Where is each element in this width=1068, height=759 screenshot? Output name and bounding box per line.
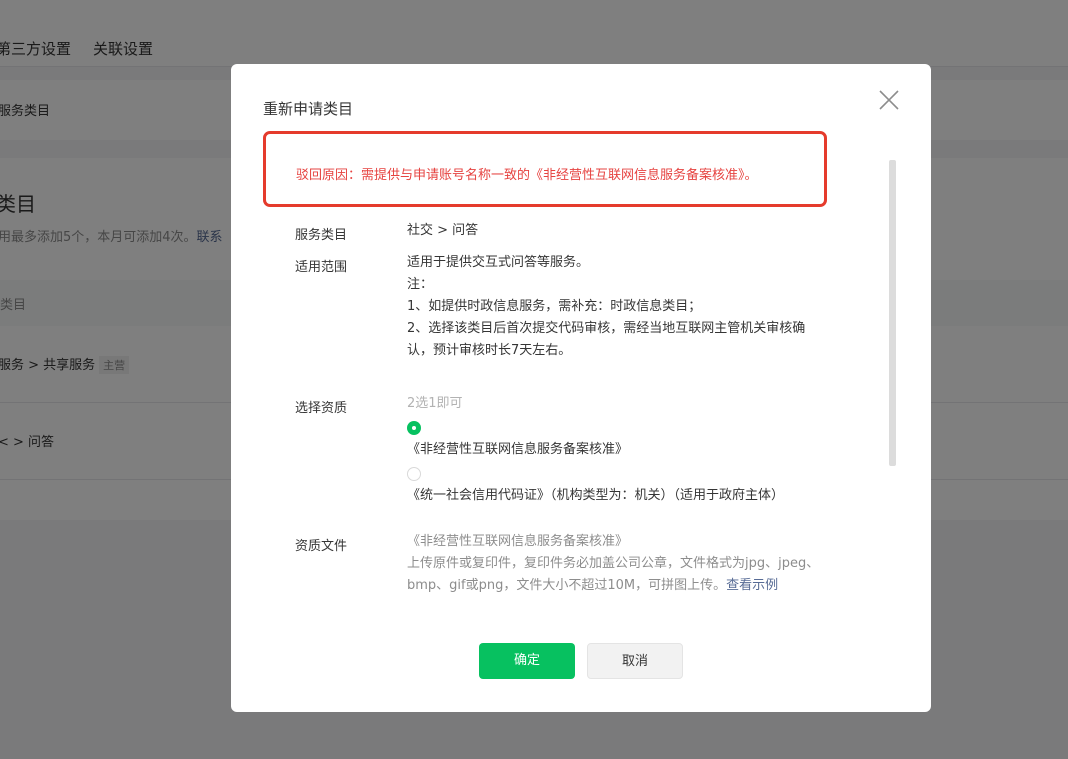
qualification-file-info: 《非经营性互联网信息服务备案核准》 上传原件或复印件，复印件务必加盖公司公章，文… xyxy=(407,531,847,597)
dialog-title: 重新申请类目 xyxy=(263,100,354,118)
scope-label: 适用范围 xyxy=(295,260,348,275)
qualification-radio-option-1[interactable] xyxy=(407,421,421,435)
file-requirements-1: 上传原件或复印件，复印件务必加盖公司公章，文件格式为jpg、jpeg、 xyxy=(407,556,820,571)
reapply-category-dialog: 重新申请类目 驳回原因：需提供与申请账号名称一致的《非经营性互联网信息服务备案核… xyxy=(231,64,931,712)
file-requirements-2: bmp、gif或png，文件大小不超过10M，可拼图上传。 xyxy=(407,578,727,593)
reject-reason-highlight: 驳回原因：需提供与申请账号名称一致的《非经营性互联网信息服务备案核准》。 xyxy=(263,131,827,207)
qualification-options: 2选1即可 《非经营性互联网信息服务备案核准》 《统一社会信用代码证》（机构类型… xyxy=(407,393,847,507)
service-category-value: 社交 > 问答 xyxy=(407,223,479,238)
reject-reason-text: 驳回原因：需提供与申请账号名称一致的《非经营性互联网信息服务备案核准》。 xyxy=(296,168,758,183)
view-example-link[interactable]: 查看示例 xyxy=(726,578,778,593)
cancel-button[interactable]: 取消 xyxy=(587,643,683,679)
service-category-label: 服务类目 xyxy=(295,228,348,243)
file-name: 《非经营性互联网信息服务备案核准》 xyxy=(407,534,629,549)
scope-value: 适用于提供交互式问答等服务。 注： 1、如提供时政信息服务，需补充：时政信息类目… xyxy=(407,255,806,358)
dialog-scrollbar[interactable] xyxy=(889,160,896,466)
qualification-hint: 2选1即可 xyxy=(407,396,463,411)
confirm-button[interactable]: 确定 xyxy=(479,643,575,679)
close-icon[interactable] xyxy=(877,88,901,112)
qualification-option-2-label[interactable]: 《统一社会信用代码证》（机构类型为：机关）（适用于政府主体） xyxy=(407,485,847,507)
qualification-option-1-label[interactable]: 《非经营性互联网信息服务备案核准》 xyxy=(407,439,847,461)
qualification-file-label: 资质文件 xyxy=(295,539,348,554)
dialog-form: 服务类目 社交 > 问答 适用范围 适用于提供交互式问答等服务。 注： 1、如提… xyxy=(295,214,855,606)
qualification-label: 选择资质 xyxy=(295,401,348,416)
qualification-radio-option-2[interactable] xyxy=(407,467,421,481)
